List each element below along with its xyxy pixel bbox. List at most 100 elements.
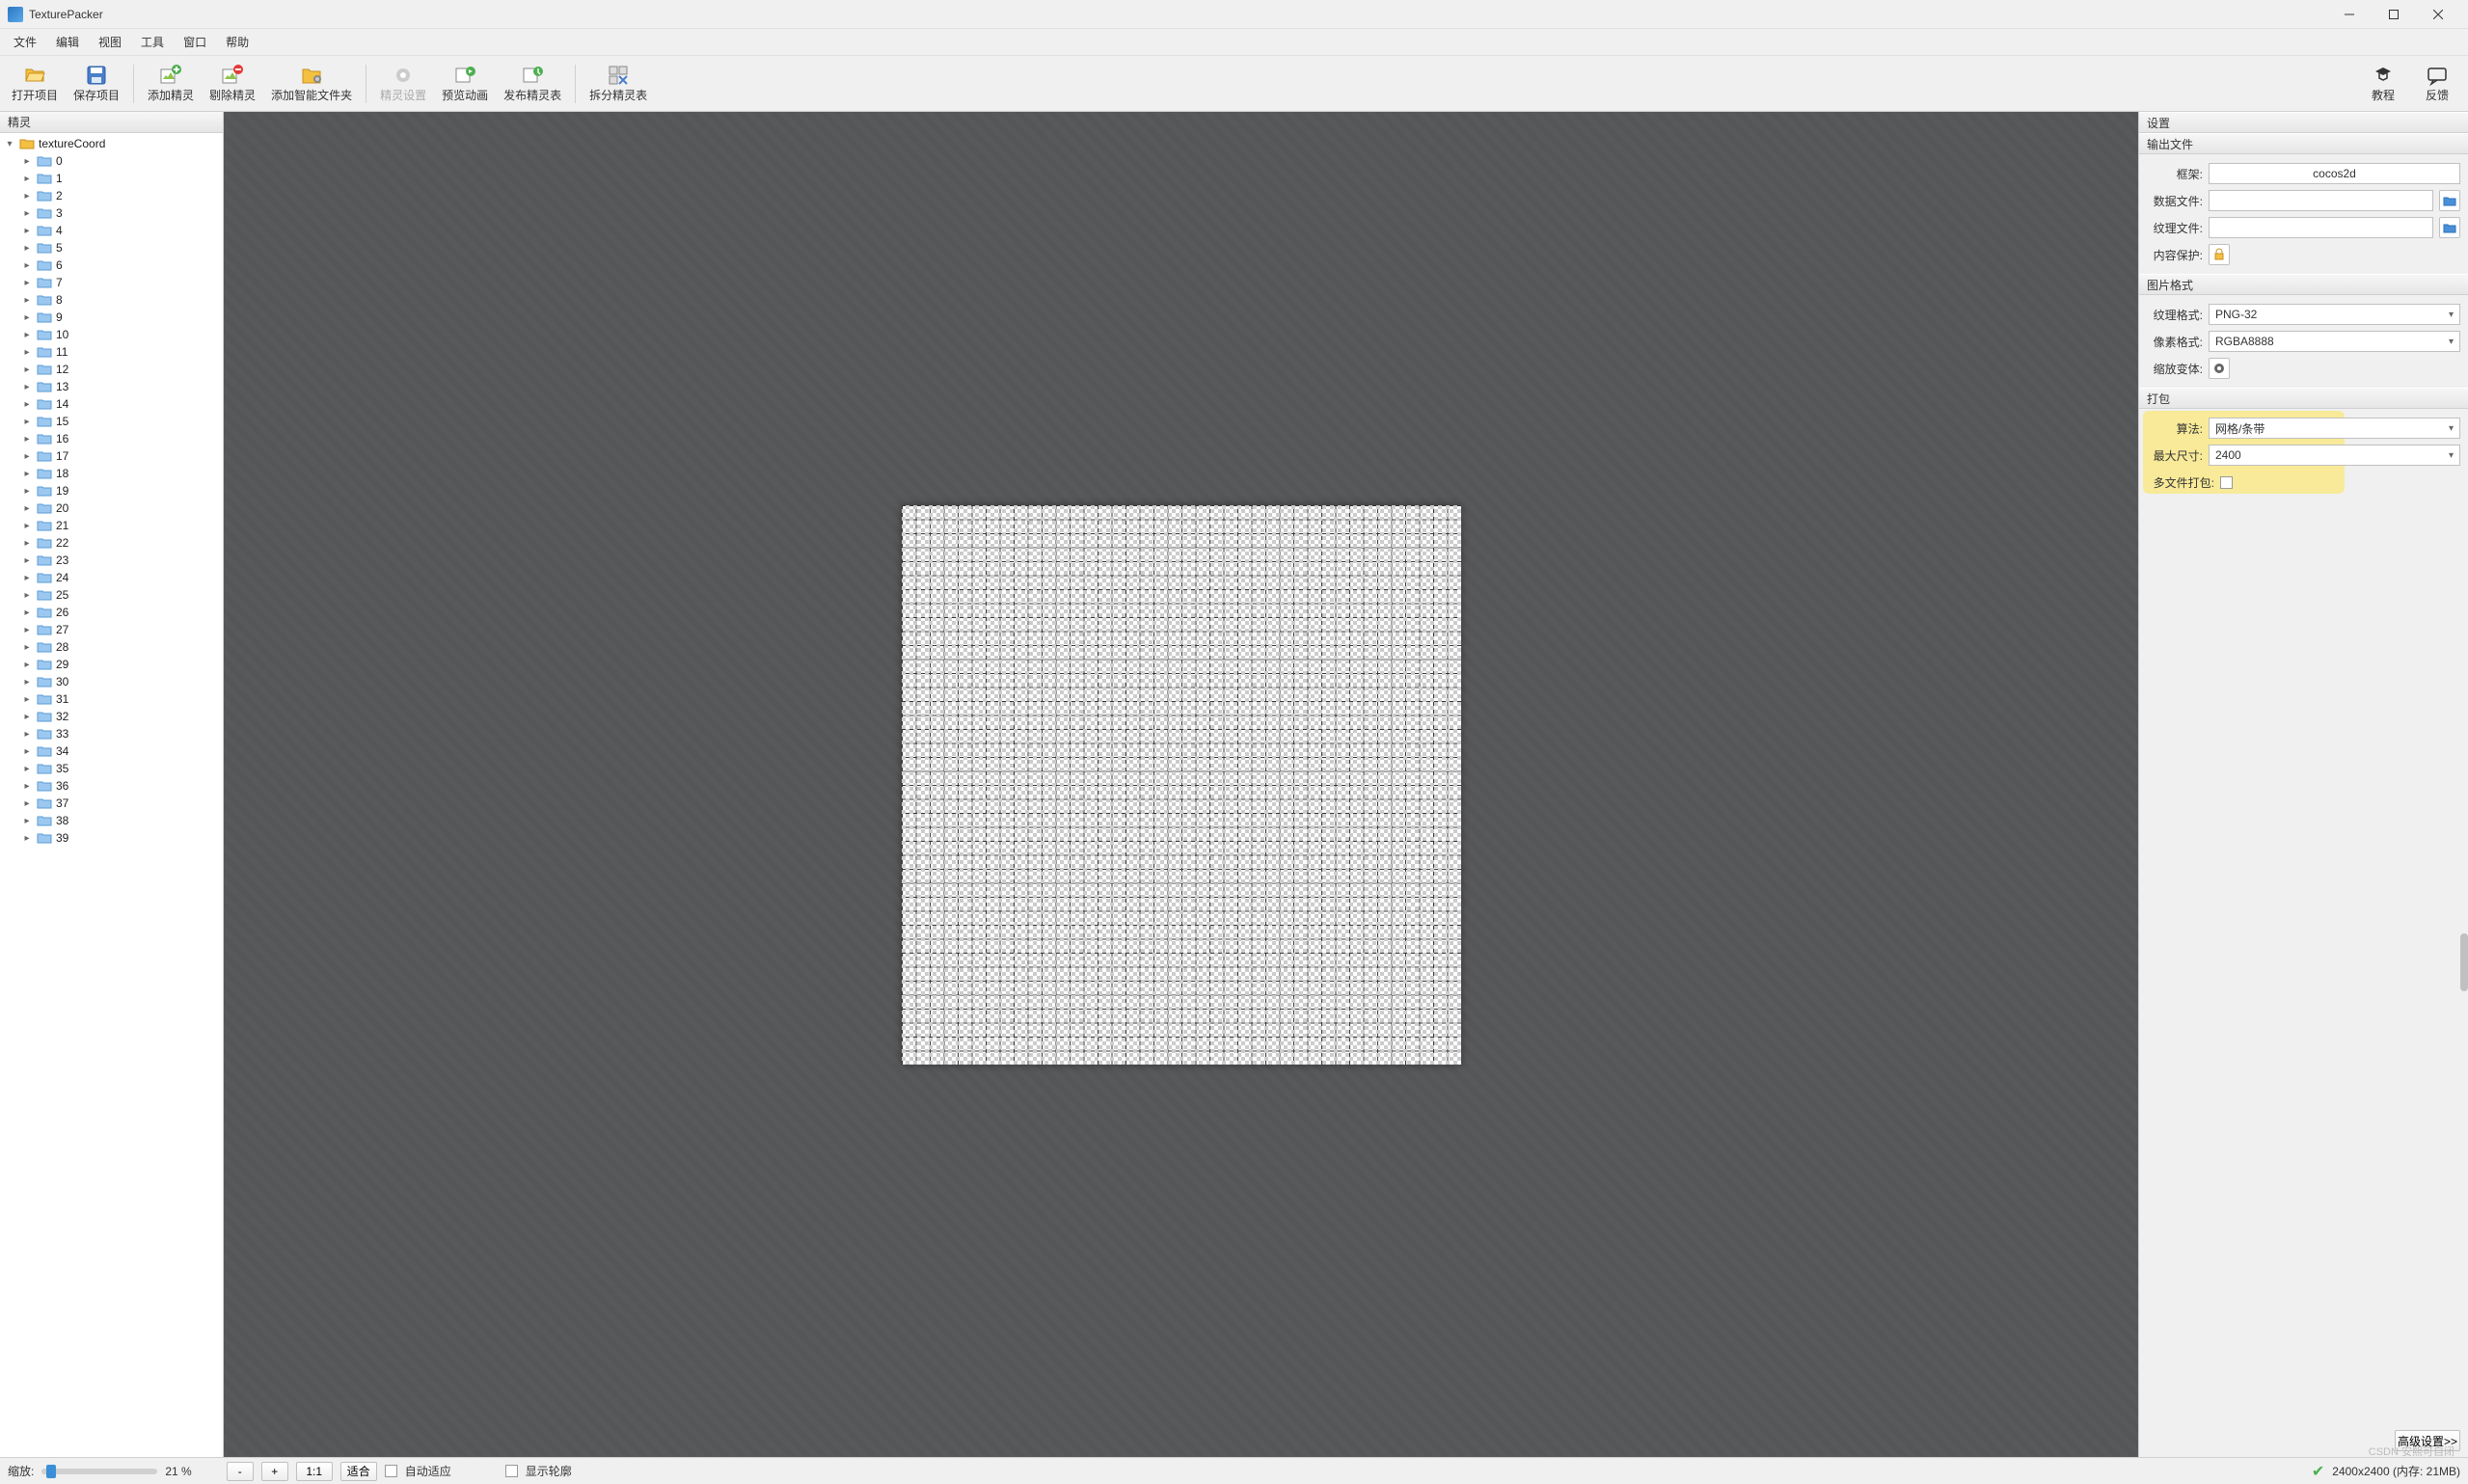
- open-project-button[interactable]: 打开项目: [4, 59, 66, 109]
- tree-folder-item[interactable]: ▸22: [0, 534, 223, 552]
- chevron-right-icon: ▸: [21, 625, 33, 635]
- texture-format-select[interactable]: PNG-32▾: [2209, 304, 2460, 325]
- tree-folder-item[interactable]: ▸25: [0, 586, 223, 604]
- tree-folder-item[interactable]: ▸20: [0, 499, 223, 517]
- remove-sprite-button[interactable]: 剔除精灵: [202, 59, 263, 109]
- zoom-out-button[interactable]: -: [227, 1462, 254, 1481]
- tree-folder-item[interactable]: ▸6: [0, 256, 223, 274]
- menu-edit[interactable]: 编辑: [46, 30, 89, 54]
- tree-folder-item[interactable]: ▸26: [0, 604, 223, 621]
- minimize-icon: [2345, 10, 2354, 19]
- protect-button[interactable]: [2209, 244, 2230, 265]
- tree-folder-item[interactable]: ▸33: [0, 725, 223, 742]
- tree-folder-item[interactable]: ▸27: [0, 621, 223, 638]
- zoom-slider[interactable]: [41, 1469, 157, 1474]
- tree-folder-item[interactable]: ▸8: [0, 291, 223, 309]
- chevron-right-icon: ▸: [21, 399, 33, 410]
- tree-folder-item[interactable]: ▸5: [0, 239, 223, 256]
- tree-folder-label: 17: [56, 449, 68, 463]
- tree-folder-item[interactable]: ▸36: [0, 777, 223, 795]
- minimize-button[interactable]: [2327, 0, 2372, 29]
- texture-file-input[interactable]: [2209, 217, 2433, 238]
- tree-folder-item[interactable]: ▸13: [0, 378, 223, 395]
- feedback-button[interactable]: 反馈: [2410, 59, 2464, 109]
- algorithm-select[interactable]: 网格/条带▾: [2209, 418, 2460, 439]
- tree-root[interactable]: ▾textureCoord: [0, 135, 223, 152]
- menu-view[interactable]: 视图: [89, 30, 131, 54]
- tree-folder-item[interactable]: ▸17: [0, 447, 223, 465]
- save-project-button[interactable]: 保存项目: [66, 59, 127, 109]
- add-sprite-button[interactable]: 添加精灵: [140, 59, 202, 109]
- tree-folder-item[interactable]: ▸2: [0, 187, 223, 204]
- split-sheet-button[interactable]: 拆分精灵表: [582, 59, 655, 109]
- tree-folder-item[interactable]: ▸32: [0, 708, 223, 725]
- scale-variant-button[interactable]: [2209, 358, 2230, 379]
- menu-file[interactable]: 文件: [4, 30, 46, 54]
- tree-folder-item[interactable]: ▸9: [0, 309, 223, 326]
- tree-folder-item[interactable]: ▸1: [0, 170, 223, 187]
- publish-button[interactable]: 发布精灵表: [496, 59, 569, 109]
- zoom-1to1-button[interactable]: 1:1: [296, 1462, 333, 1481]
- tree-folder-item[interactable]: ▸21: [0, 517, 223, 534]
- tree-folder-item[interactable]: ▸30: [0, 673, 223, 690]
- tree-folder-item[interactable]: ▸37: [0, 795, 223, 812]
- sprite-tree[interactable]: ▾textureCoord▸0▸1▸2▸3▸4▸5▸6▸7▸8▸9▸10▸11▸…: [0, 133, 223, 1457]
- tree-folder-item[interactable]: ▸35: [0, 760, 223, 777]
- tree-folder-item[interactable]: ▸28: [0, 638, 223, 656]
- tree-folder-item[interactable]: ▸39: [0, 829, 223, 847]
- framework-select[interactable]: cocos2d: [2209, 163, 2460, 184]
- tree-folder-item[interactable]: ▸18: [0, 465, 223, 482]
- data-file-input[interactable]: [2209, 190, 2433, 211]
- tree-folder-item[interactable]: ▸4: [0, 222, 223, 239]
- tree-folder-item[interactable]: ▸16: [0, 430, 223, 447]
- menu-help[interactable]: 帮助: [216, 30, 258, 54]
- folder-icon: [37, 623, 52, 636]
- tree-folder-label: 23: [56, 553, 68, 567]
- show-outline-checkbox[interactable]: [505, 1465, 518, 1477]
- tree-folder-item[interactable]: ▸19: [0, 482, 223, 499]
- zoom-slider-thumb[interactable]: [46, 1465, 56, 1478]
- maximize-icon: [2389, 10, 2399, 19]
- tree-folder-label: 10: [56, 328, 68, 341]
- tree-folder-label: 11: [56, 345, 68, 359]
- data-file-browse-button[interactable]: [2439, 190, 2460, 211]
- tree-folder-item[interactable]: ▸29: [0, 656, 223, 673]
- tree-folder-item[interactable]: ▸31: [0, 690, 223, 708]
- tree-folder-item[interactable]: ▸23: [0, 552, 223, 569]
- folder-icon: [37, 206, 52, 220]
- tree-folder-item[interactable]: ▸38: [0, 812, 223, 829]
- texture-file-browse-button[interactable]: [2439, 217, 2460, 238]
- sprite-settings-button[interactable]: 精灵设置: [372, 59, 434, 109]
- tree-folder-item[interactable]: ▸3: [0, 204, 223, 222]
- add-smart-folder-button[interactable]: 添加智能文件夹: [263, 59, 360, 109]
- tree-folder-item[interactable]: ▸24: [0, 569, 223, 586]
- menu-window[interactable]: 窗口: [174, 30, 216, 54]
- zoom-fit-button[interactable]: 适合: [340, 1462, 377, 1481]
- tree-folder-label: 1: [56, 172, 63, 185]
- right-scrollbar[interactable]: [2460, 933, 2468, 991]
- tree-folder-item[interactable]: ▸15: [0, 413, 223, 430]
- remove-sprite-icon: [221, 64, 244, 87]
- chevron-right-icon: ▸: [21, 382, 33, 392]
- tree-folder-item[interactable]: ▸11: [0, 343, 223, 361]
- zoom-in-button[interactable]: +: [261, 1462, 288, 1481]
- tree-folder-item[interactable]: ▸12: [0, 361, 223, 378]
- tutorial-button[interactable]: 教程: [2356, 59, 2410, 109]
- close-button[interactable]: [2416, 0, 2460, 29]
- preview-anim-button[interactable]: 预览动画: [434, 59, 496, 109]
- tree-folder-item[interactable]: ▸14: [0, 395, 223, 413]
- tree-folder-item[interactable]: ▸34: [0, 742, 223, 760]
- tree-folder-label: 22: [56, 536, 68, 550]
- auto-fit-checkbox[interactable]: [385, 1465, 397, 1477]
- pixel-format-select[interactable]: RGBA8888▾: [2209, 331, 2460, 352]
- maximize-button[interactable]: [2372, 0, 2416, 29]
- chevron-right-icon: ▸: [21, 677, 33, 688]
- multipack-checkbox[interactable]: [2220, 476, 2233, 489]
- canvas-viewport[interactable]: [224, 112, 2138, 1457]
- menu-tools[interactable]: 工具: [131, 30, 174, 54]
- tree-folder-item[interactable]: ▸0: [0, 152, 223, 170]
- chevron-down-icon: ▾: [2449, 310, 2454, 320]
- max-size-select[interactable]: 2400▾: [2209, 445, 2460, 466]
- tree-folder-item[interactable]: ▸7: [0, 274, 223, 291]
- tree-folder-item[interactable]: ▸10: [0, 326, 223, 343]
